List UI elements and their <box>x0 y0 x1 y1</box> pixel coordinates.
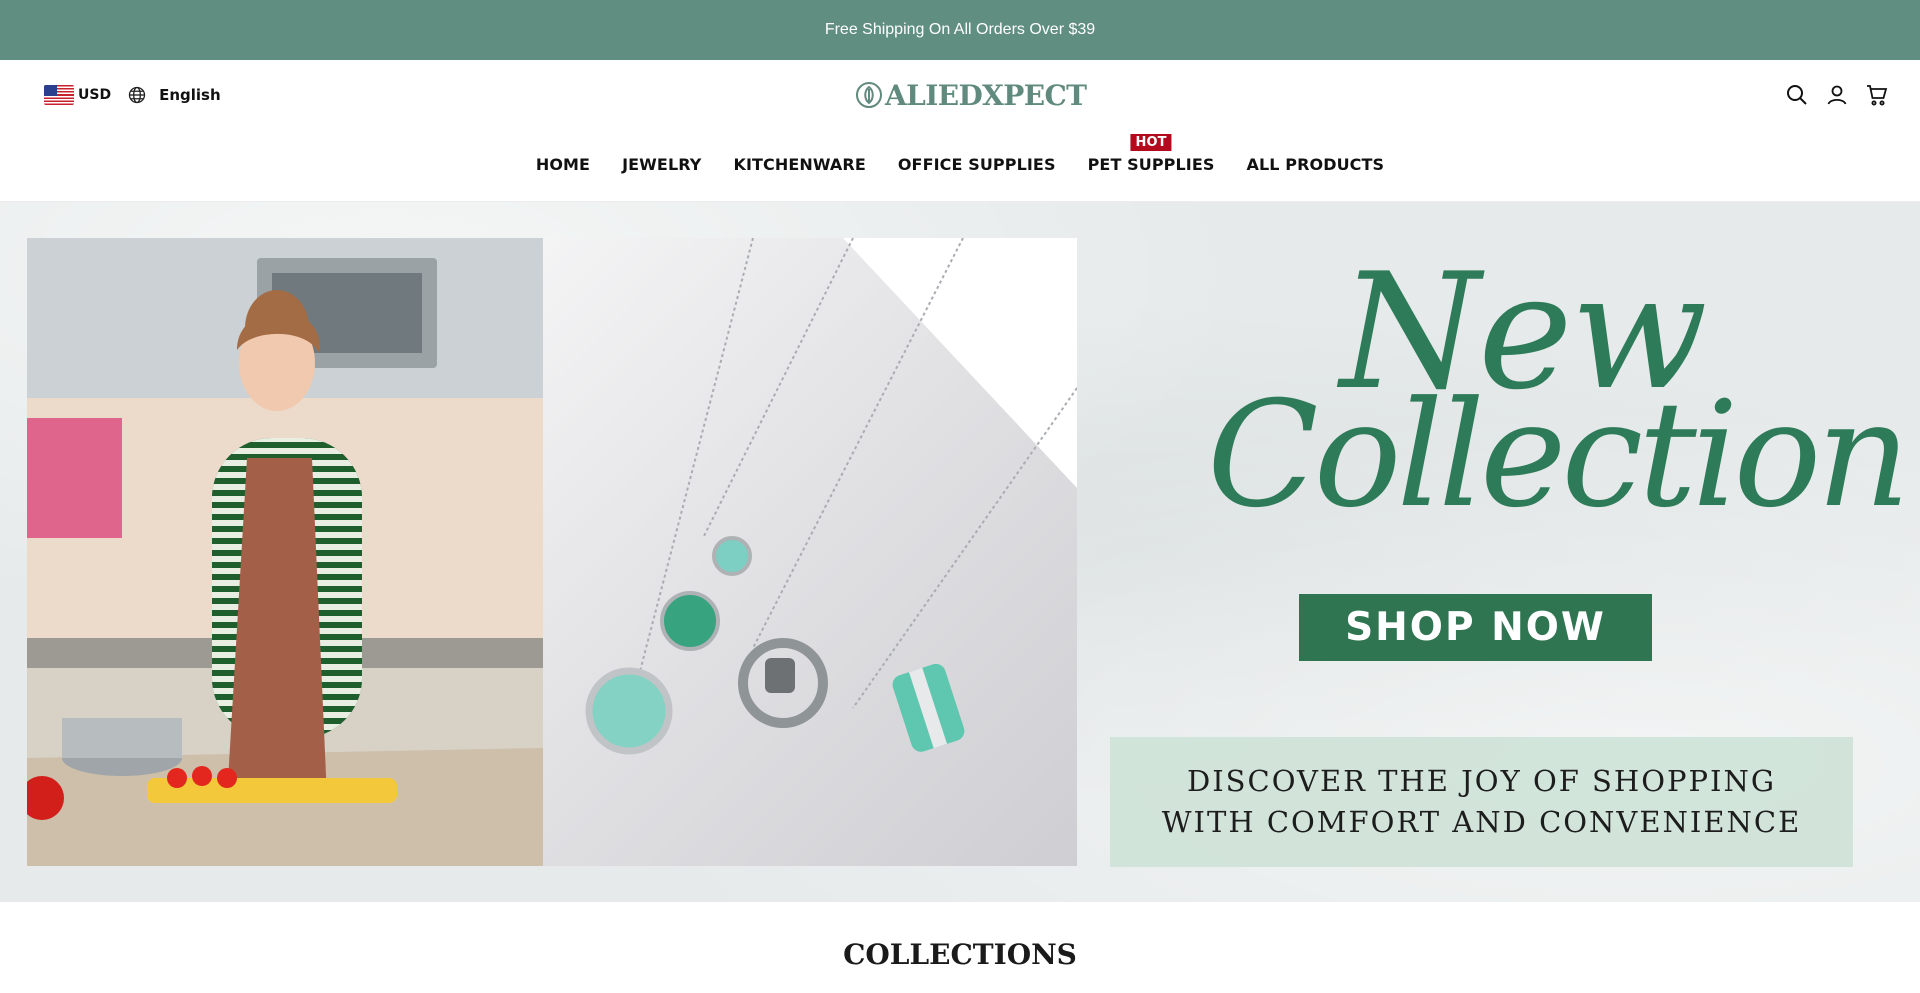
hero-tagline: DISCOVER THE JOY OF SHOPPING WITH COMFOR… <box>1110 737 1853 867</box>
flag-us-icon <box>44 85 74 105</box>
language-selector[interactable]: English <box>159 86 221 104</box>
main-navigation: HOME JEWELRY KITCHENWARE OFFICE SUPPLIES… <box>0 134 1920 174</box>
announcement-text: Free Shipping On All Orders Over $39 <box>824 21 1096 38</box>
nav-jewelry[interactable]: JEWELRY <box>622 155 701 174</box>
tagline-line-1: DISCOVER THE JOY OF SHOPPING <box>1186 764 1777 799</box>
site-header: USD English ALIEDXPECT HOME JEWELRY KITC… <box>0 60 1920 202</box>
globe-icon <box>128 86 146 104</box>
kitchen-photo <box>27 238 543 866</box>
collections-heading: COLLECTIONS <box>843 938 1077 971</box>
header-actions <box>1770 82 1890 108</box>
nav-all-products[interactable]: ALL PRODUCTS <box>1247 155 1385 174</box>
brand-logo[interactable]: ALIEDXPECT <box>855 78 1087 112</box>
hero-banner[interactable]: New Collection SHOP NOW DISCOVER THE JOY… <box>0 202 1920 902</box>
jewelry-photo <box>543 238 1077 866</box>
hot-badge: HOT <box>1130 134 1172 151</box>
account-icon[interactable] <box>1824 82 1850 108</box>
hero-headline-collection: Collection <box>1207 370 1910 540</box>
nav-home[interactable]: HOME <box>536 155 590 174</box>
currency-selector[interactable]: USD <box>78 87 111 103</box>
search-icon[interactable] <box>1784 82 1810 108</box>
nav-pet-supplies-label: PET SUPPLIES <box>1087 155 1215 174</box>
shop-now-button[interactable]: SHOP NOW <box>1299 594 1652 661</box>
nav-office-supplies[interactable]: OFFICE SUPPLIES <box>898 155 1056 174</box>
nav-kitchenware[interactable]: KITCHENWARE <box>733 155 865 174</box>
tagline-line-2: WITH COMFORT AND CONVENIENCE <box>1161 805 1802 839</box>
nav-pet-supplies[interactable]: HOT PET SUPPLIES <box>1087 134 1215 174</box>
locale-selector: USD English <box>44 84 221 106</box>
logo-emblem-icon <box>856 82 882 108</box>
cart-icon[interactable] <box>1864 82 1890 108</box>
announcement-bar: Free Shipping On All Orders Over $39 <box>0 0 1920 60</box>
brand-name: ALIEDXPECT <box>885 78 1087 112</box>
